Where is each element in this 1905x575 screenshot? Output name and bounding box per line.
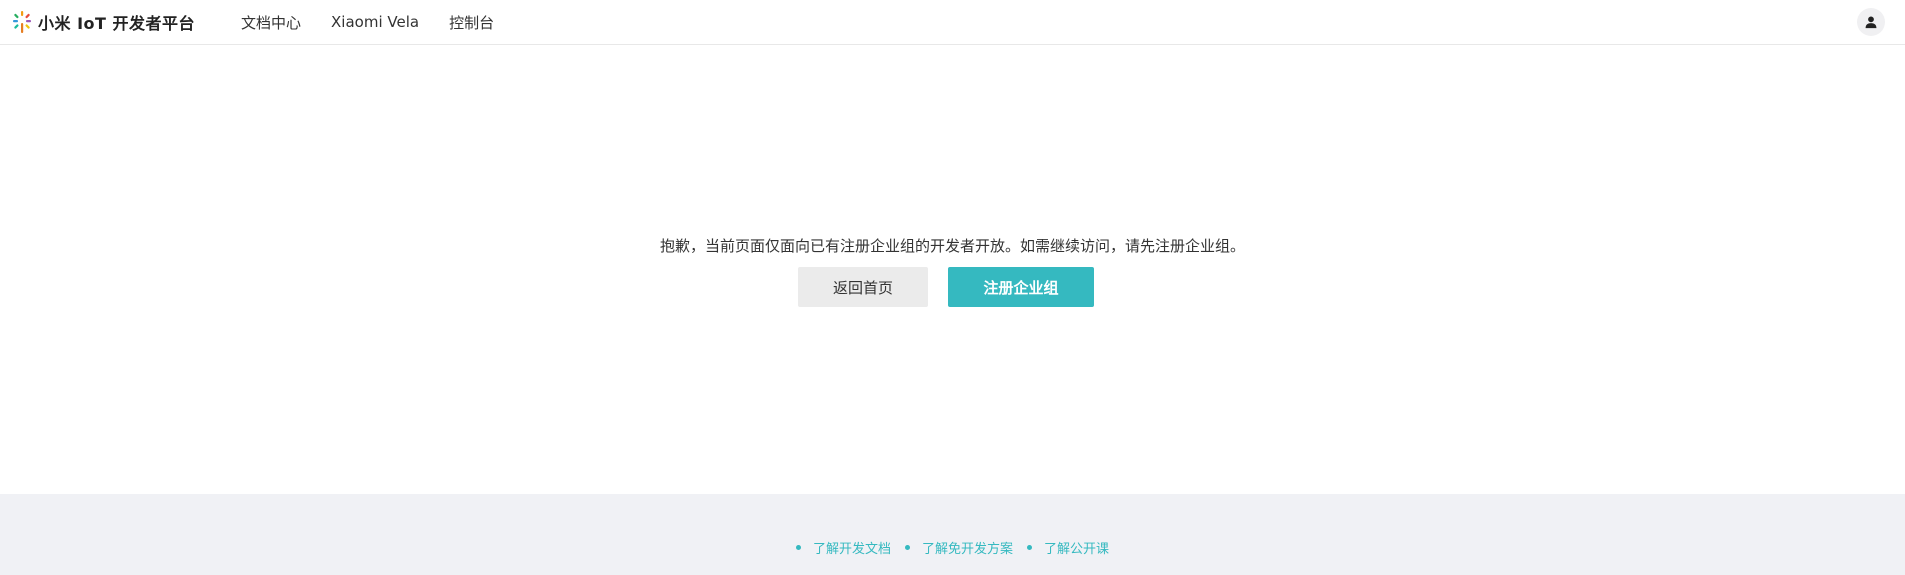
footer-link-label: 了解开发文档 (812, 542, 891, 557)
xiaomi-iot-logo-icon (13, 11, 31, 33)
footer-link-docs[interactable]: 了解开发文档 (795, 538, 891, 557)
nav-item-xiaomi-vela[interactable]: Xiaomi Vela (331, 13, 419, 31)
action-buttons: 返回首页 注册企业组 (798, 267, 1094, 307)
bullet-icon (795, 545, 801, 550)
main-nav: 文档中心 Xiaomi Vela 控制台 (241, 0, 524, 44)
register-enterprise-button[interactable]: 注册企业组 (948, 267, 1094, 307)
brand-name: 小米 IoT 开发者平台 (38, 14, 196, 33)
user-icon (1865, 16, 1877, 29)
nav-item-docs[interactable]: 文档中心 (241, 12, 301, 33)
footer: 了解开发文档 了解免开发方案 了解公开课 (0, 494, 1905, 575)
brand-logo[interactable]: 小米 IoT 开发者平台 (12, 10, 195, 34)
bullet-icon (904, 545, 910, 550)
footer-link-no-dev-solution[interactable]: 了解免开发方案 (904, 538, 1013, 557)
user-avatar-button[interactable] (1857, 8, 1885, 36)
footer-link-label: 了解免开发方案 (921, 542, 1013, 557)
footer-link-open-course[interactable]: 了解公开课 (1027, 538, 1109, 557)
footer-links: 了解开发文档 了解免开发方案 了解公开课 (0, 538, 1905, 557)
footer-link-label: 了解公开课 (1044, 542, 1110, 557)
back-home-button[interactable]: 返回首页 (798, 267, 928, 307)
nav-item-console[interactable]: 控制台 (449, 12, 494, 33)
bullet-icon (1027, 545, 1032, 550)
top-navbar: 小米 IoT 开发者平台 文档中心 Xiaomi Vela 控制台 (0, 0, 1905, 45)
access-denied-message: 抱歉，当前页面仅面向已有注册企业组的开发者开放。如需继续访问，请先注册企业组。 (659, 237, 1245, 255)
